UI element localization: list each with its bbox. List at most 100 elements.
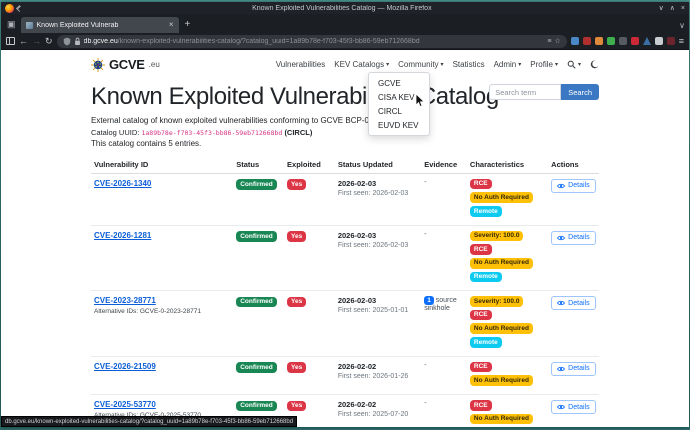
tab-close-icon[interactable]: ×	[169, 21, 174, 29]
firefox-view-icon[interactable]: ▣	[7, 19, 16, 30]
search-input[interactable]	[489, 84, 561, 100]
dropdown-item-euvd-kev[interactable]: EUVD KEV	[369, 118, 429, 132]
first-seen-date: First seen: 2026-02-03	[338, 190, 418, 197]
navigation-toolbar: ← → ↻ db.gcve.eu/known-exploited-vulnera…	[1, 33, 689, 50]
eye-icon	[557, 183, 565, 189]
details-button[interactable]: Details	[551, 362, 595, 376]
cve-link[interactable]: CVE-2023-28771	[94, 296, 156, 305]
nav-item-profile[interactable]: Profile▾	[530, 60, 558, 69]
password-manager-extension-icon[interactable]	[631, 37, 639, 45]
search-button[interactable]: Search	[561, 84, 599, 100]
dropdown-item-gcve[interactable]: GCVE	[369, 76, 429, 90]
evidence-cell: 1 sourcesinkhole	[421, 291, 467, 357]
tab-title: Known Exploited Vulnerab	[37, 22, 165, 29]
status-updated-date: 2026-02-02	[338, 362, 418, 371]
active-tab[interactable]: Known Exploited Vulnerab ×	[21, 17, 179, 33]
cve-link[interactable]: CVE-2025-53770	[94, 400, 156, 409]
nav-item-statistics[interactable]: Statistics	[453, 60, 485, 69]
brand-suffix: .eu	[149, 60, 160, 69]
shield-extension-icon[interactable]	[655, 37, 663, 45]
screenshot-extension-icon[interactable]	[619, 37, 627, 45]
minimize-button[interactable]: ∨	[659, 5, 664, 12]
status-badge: Confirmed	[236, 231, 277, 242]
table-row: CVE-2023-28771Alternative IDs: GCVE-0-20…	[91, 291, 599, 357]
exploited-badge: Yes	[287, 179, 306, 190]
nav-item-admin[interactable]: Admin▾	[494, 60, 522, 69]
cve-link[interactable]: CVE-2026-1281	[94, 231, 151, 240]
characteristic-badge: RCE	[470, 310, 492, 321]
column-header-status-updated: Status Updated	[335, 157, 421, 174]
first-seen-date: First seen: 2026-01-26	[338, 373, 418, 380]
url-bar[interactable]: db.gcve.eu/known-exploited-vulnerabiliti…	[57, 35, 567, 48]
url-host: db.gcve.eu	[84, 38, 118, 45]
eye-icon	[557, 366, 565, 372]
nav-item-label: Admin	[494, 60, 517, 69]
back-button[interactable]: ←	[19, 37, 28, 46]
green-extension-icon[interactable]	[607, 37, 615, 45]
site-logo[interactable]: GCVE.eu	[91, 57, 160, 72]
nav-item-vulnerabilities[interactable]: Vulnerabilities	[276, 60, 326, 69]
browser-window: Known Exploited Vulnerabilities Catalog …	[1, 2, 689, 427]
reader-view-icon[interactable]: ≡	[547, 38, 551, 45]
details-label: Details	[568, 404, 589, 411]
table-row: CVE-2026-1340 Confirmed Yes 2026-02-03Fi…	[91, 173, 599, 225]
status-updated-date: 2026-02-02	[338, 400, 418, 409]
new-tab-button[interactable]: +	[185, 20, 191, 30]
characteristic-badge: No Auth Required	[470, 414, 533, 425]
tab-overflow-chevron-icon[interactable]: ∨	[679, 21, 685, 30]
vpn-extension-icon[interactable]	[643, 37, 651, 45]
evidence-cell: -	[421, 225, 467, 291]
entries-note: This catalog contains 5 entries.	[91, 139, 599, 150]
cve-link[interactable]: CVE-2026-1340	[94, 179, 151, 188]
adblock-extension-icon[interactable]	[667, 37, 675, 45]
details-button[interactable]: Details	[551, 296, 595, 310]
characteristic-badge: RCE	[470, 244, 492, 255]
characteristics-cell: RCENo Auth Required	[467, 356, 548, 394]
tracking-shield-icon[interactable]	[63, 37, 71, 46]
window-title: Known Exploited Vulnerabilities Catalog …	[25, 5, 659, 12]
reload-button[interactable]: ↻	[45, 37, 53, 46]
evidence-subtext: sinkhole	[424, 305, 464, 312]
details-button[interactable]: Details	[551, 231, 595, 245]
nav-item-label: Profile	[530, 60, 553, 69]
status-updated-date: 2026-02-03	[338, 296, 418, 305]
forward-button[interactable]: →	[32, 37, 41, 46]
red-dot-extension-icon[interactable]	[583, 37, 591, 45]
table-row: CVE-2026-1281 Confirmed Yes 2026-02-03Fi…	[91, 225, 599, 291]
hamburger-menu-icon[interactable]: ≡	[679, 37, 684, 46]
tab-favicon-icon	[26, 22, 33, 29]
nav-item-kev-catalogs[interactable]: KEV Catalogs▾	[334, 60, 389, 69]
sidebar-toggle-icon[interactable]	[6, 37, 15, 45]
characteristic-badge: Remote	[470, 337, 502, 348]
evidence-cell: -	[421, 173, 467, 225]
characteristic-badge: RCE	[470, 179, 492, 190]
cve-link[interactable]: CVE-2026-21509	[94, 362, 156, 371]
nav-item-label: Statistics	[453, 60, 485, 69]
column-header-exploited: Exploited	[284, 157, 335, 174]
first-seen-date: First seen: 2025-01-01	[338, 307, 418, 314]
evidence-count-badge: 1	[424, 296, 434, 305]
dark-mode-toggle[interactable]	[590, 60, 599, 69]
details-label: Details	[568, 182, 589, 189]
maximize-button[interactable]: ∧	[670, 5, 675, 12]
close-button[interactable]: ×	[681, 5, 685, 12]
characteristic-badge: Severity: 100.0	[470, 296, 524, 307]
exploited-badge: Yes	[287, 362, 306, 373]
nav-item-community[interactable]: Community▾	[398, 60, 443, 69]
container-extension-icon[interactable]	[595, 37, 603, 45]
site-header: GCVE.eu Vulnerabilities KEV Catalogs▾ Comm…	[91, 50, 599, 77]
details-button[interactable]: Details	[551, 400, 595, 414]
bookmark-star-icon[interactable]: ☆	[554, 38, 560, 45]
column-header-evidence: Evidence	[421, 157, 467, 174]
page-subtitle: External catalog of known exploited vuln…	[91, 116, 599, 127]
first-seen-date: First seen: 2025-07-20	[338, 411, 418, 418]
column-header-status: Status	[233, 157, 284, 174]
padlock-icon[interactable]	[74, 37, 81, 46]
bookmark-page-action-icon[interactable]	[571, 37, 579, 45]
search-nav-item[interactable]: ▾	[567, 60, 581, 69]
status-updated-date: 2026-02-03	[338, 179, 418, 188]
details-label: Details	[568, 300, 589, 307]
moon-icon	[590, 60, 599, 69]
details-label: Details	[568, 365, 589, 372]
details-button[interactable]: Details	[551, 179, 595, 193]
